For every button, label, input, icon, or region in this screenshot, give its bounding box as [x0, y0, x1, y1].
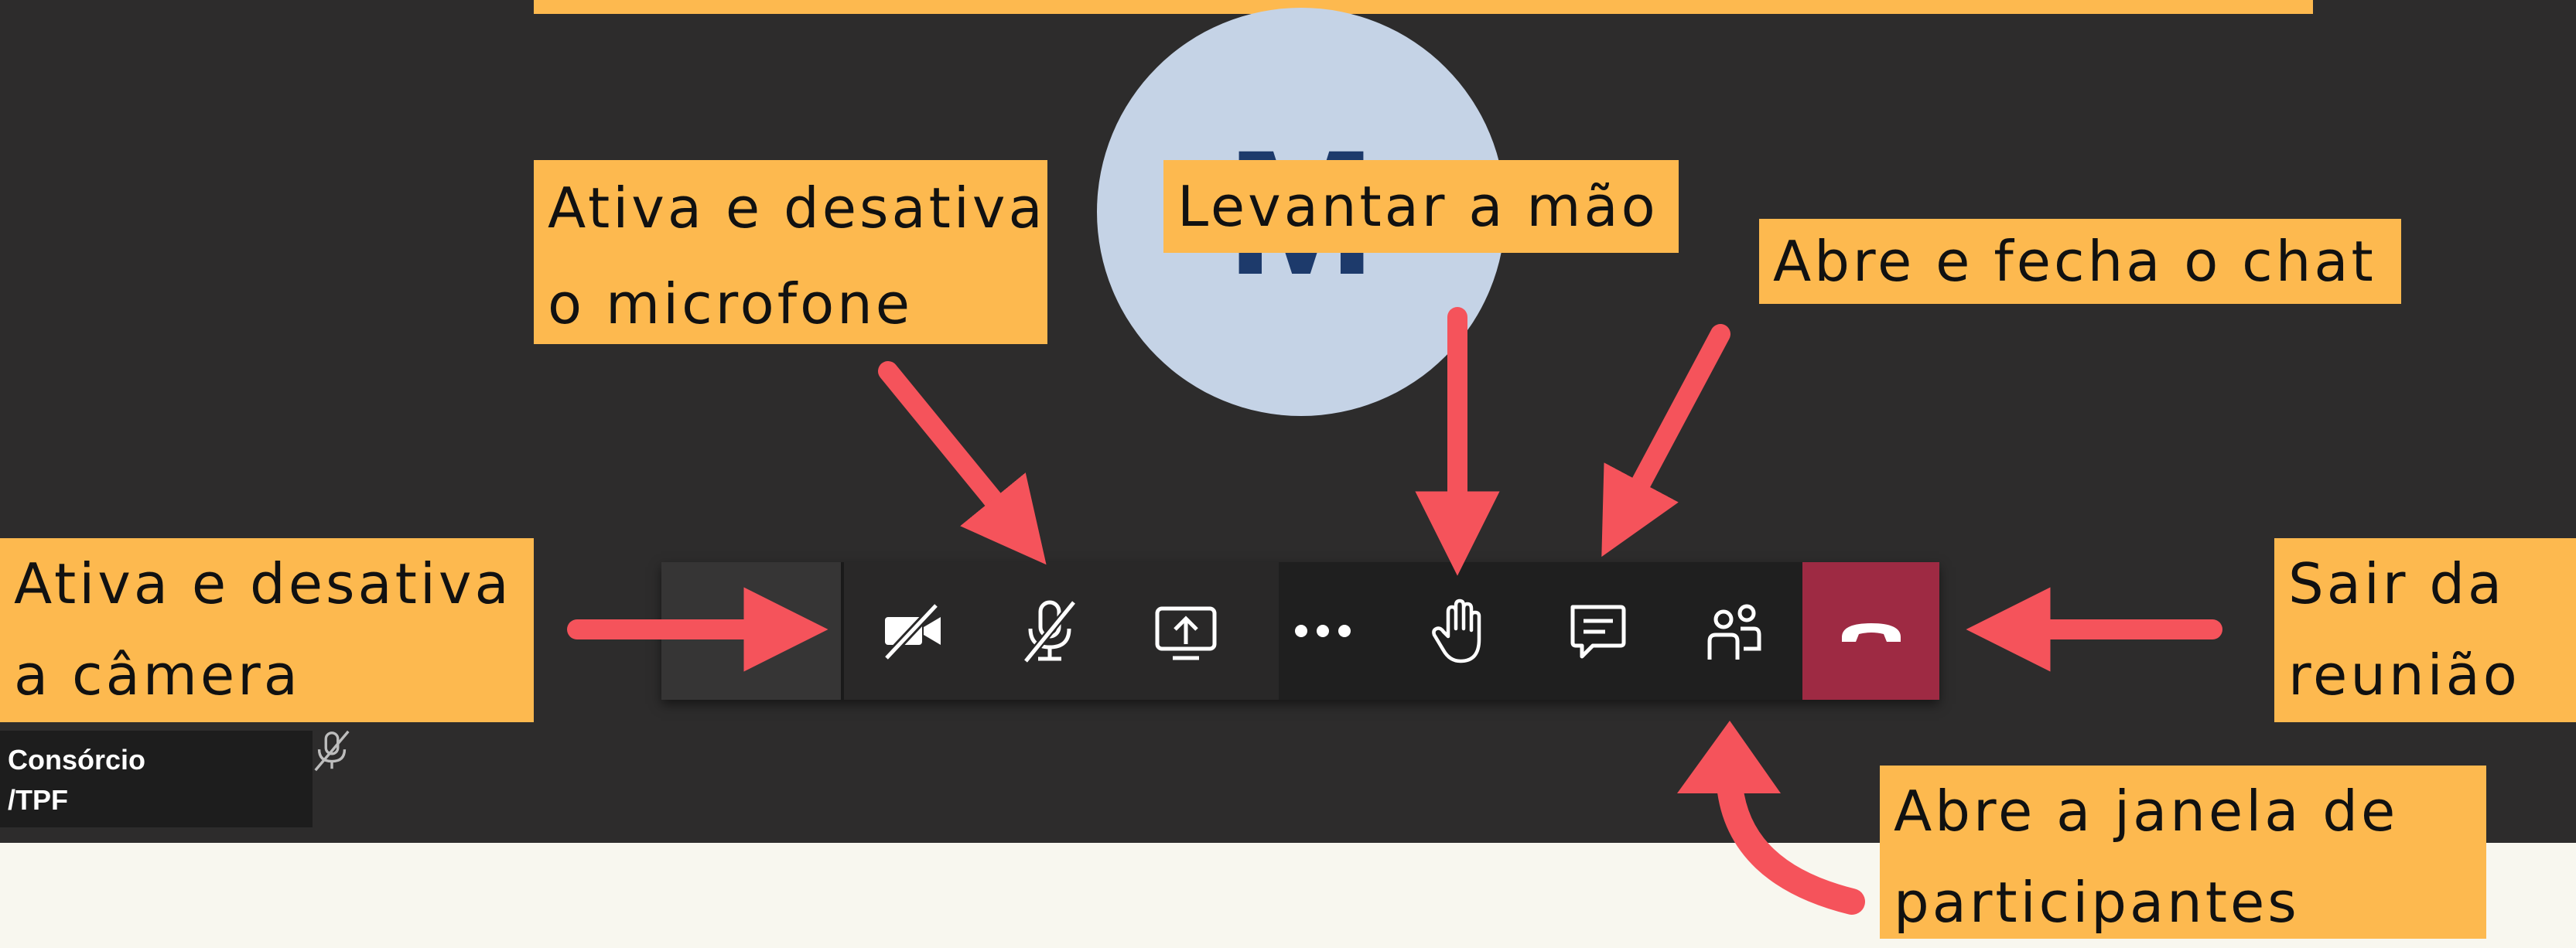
- label-microphone: Ativa e desativa o microfone: [534, 160, 1047, 344]
- label-camera-line1: Ativa e desativa: [14, 551, 512, 616]
- label-microphone-line2: o microfone: [548, 271, 914, 336]
- participants-button[interactable]: [1683, 581, 1784, 681]
- label-chat-text: Abre e fecha o chat: [1773, 229, 2376, 294]
- label-leave-line1: Sair da: [2288, 551, 2506, 616]
- more-options-button[interactable]: [1273, 581, 1373, 681]
- people-icon: [1707, 604, 1761, 660]
- label-camera: Ativa e desativa a câmera: [0, 538, 534, 722]
- participant-tile: Consórcio /TPF: [0, 731, 313, 827]
- top-label-banner: [534, 0, 2313, 14]
- label-raise-hand-text: Levantar a mão: [1177, 174, 1659, 239]
- microphone-toggle-button[interactable]: [999, 581, 1100, 681]
- label-participants: Abre a janela de participantes: [1880, 766, 2486, 939]
- label-camera-line2: a câmera: [14, 643, 301, 708]
- more-horizontal-icon: [1295, 625, 1351, 637]
- meeting-toolbar: [661, 562, 1939, 700]
- video-off-icon: [883, 602, 941, 661]
- mic-off-icon: [1023, 599, 1077, 664]
- camera-toggle-button[interactable]: [863, 581, 964, 681]
- toolbar-timer-area: [661, 562, 844, 700]
- raise-hand-button[interactable]: [1409, 581, 1510, 681]
- hang-up-icon: [1841, 623, 1901, 642]
- tile-mic-off-icon: [314, 730, 350, 772]
- leave-meeting-button[interactable]: [1802, 562, 1939, 700]
- participant-name-line2: /TPF: [8, 784, 68, 816]
- label-participants-line2: participantes: [1894, 870, 2300, 935]
- hand-icon: [1432, 598, 1481, 663]
- label-raise-hand: Levantar a mão: [1163, 160, 1679, 253]
- label-leave: Sair da reunião: [2274, 538, 2576, 722]
- chat-icon: [1570, 605, 1626, 659]
- share-screen-button[interactable]: [1136, 581, 1236, 681]
- label-participants-line1: Abre a janela de: [1894, 779, 2399, 844]
- label-microphone-line1: Ativa e desativa: [548, 176, 1046, 240]
- label-leave-line2: reunião: [2288, 643, 2520, 708]
- label-chat: Abre e fecha o chat: [1759, 219, 2401, 304]
- chat-button[interactable]: [1546, 581, 1647, 681]
- share-screen-icon: [1155, 606, 1217, 660]
- participant-name-line1: Consórcio: [8, 744, 146, 776]
